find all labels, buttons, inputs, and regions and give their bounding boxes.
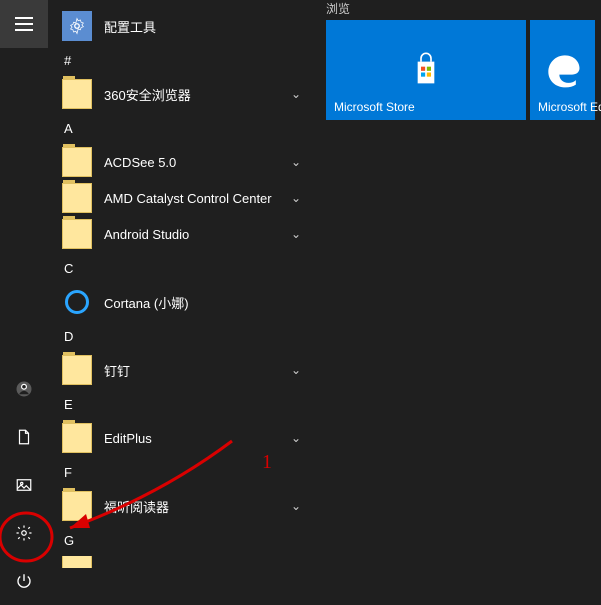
letter-label: G (64, 533, 74, 548)
app-editplus[interactable]: EditPlus ⌄ (48, 420, 316, 456)
app-acdsee[interactable]: ACDSee 5.0 ⌄ (48, 144, 316, 180)
gear-icon (15, 524, 33, 542)
app-cortana[interactable]: Cortana (小娜) (48, 284, 316, 320)
chevron-down-icon: ⌄ (284, 227, 308, 241)
chevron-down-icon: ⌄ (284, 499, 308, 513)
letter-header-hash[interactable]: # (48, 44, 316, 76)
app-amd[interactable]: AMD Catalyst Control Center ⌄ (48, 180, 316, 216)
chevron-down-icon: ⌄ (284, 363, 308, 377)
letter-header-c[interactable]: C (48, 252, 316, 284)
left-rail (0, 0, 48, 605)
documents-icon (15, 428, 33, 446)
tile-microsoft-edge[interactable]: Microsoft Edge (530, 20, 595, 120)
account-button[interactable] (0, 365, 48, 413)
app-label: AMD Catalyst Control Center (104, 191, 284, 206)
chevron-down-icon: ⌄ (284, 191, 308, 205)
folder-icon (62, 219, 92, 249)
app-dingding[interactable]: 钉钉 ⌄ (48, 352, 316, 388)
folder-icon (62, 183, 92, 213)
config-tool-icon (62, 11, 92, 41)
documents-button[interactable] (0, 413, 48, 461)
chevron-down-icon: ⌄ (284, 155, 308, 169)
power-icon (15, 572, 33, 590)
tile-microsoft-store[interactable]: Microsoft Store (326, 20, 526, 120)
folder-icon (62, 491, 92, 521)
settings-button[interactable] (0, 509, 48, 557)
app-label: Android Studio (104, 227, 284, 242)
tile-label: Microsoft Edge (538, 100, 601, 114)
letter-header-e[interactable]: E (48, 388, 316, 420)
folder-icon (62, 423, 92, 453)
letter-label: F (64, 465, 72, 480)
app-label: ACDSee 5.0 (104, 155, 284, 170)
app-label: 配置工具 (104, 17, 308, 36)
folder-icon (62, 355, 92, 385)
app-label: 福昕阅读器 (104, 497, 284, 516)
hamburger-button[interactable] (0, 0, 48, 48)
app-label: Cortana (小娜) (104, 293, 308, 312)
app-label: 钉钉 (104, 361, 284, 380)
app-list: 配置工具 # 360安全浏览器 ⌄ A ACDSee 5.0 ⌄ AMD Cat… (48, 0, 316, 605)
hamburger-icon (15, 17, 33, 31)
letter-header-g[interactable]: G (48, 524, 316, 556)
chevron-down-icon: ⌄ (284, 87, 308, 101)
letter-label: E (64, 397, 73, 412)
chevron-down-icon: ⌄ (284, 431, 308, 445)
folder-icon (62, 147, 92, 177)
app-g-partial[interactable] (48, 556, 316, 568)
letter-header-d[interactable]: D (48, 320, 316, 352)
tile-group-label[interactable]: 浏览 (326, 0, 601, 14)
letter-label: D (64, 329, 73, 344)
tiles-group: 浏览 Microsoft Store Microsoft Edge (326, 0, 601, 120)
pictures-button[interactable] (0, 461, 48, 509)
tile-label: Microsoft Store (334, 100, 415, 114)
store-icon (406, 50, 446, 90)
folder-icon (62, 79, 92, 109)
pictures-icon (15, 476, 33, 494)
app-label: EditPlus (104, 431, 284, 446)
app-android-studio[interactable]: Android Studio ⌄ (48, 216, 316, 252)
app-foxit[interactable]: 福昕阅读器 ⌄ (48, 488, 316, 524)
edge-icon (541, 48, 585, 92)
app-360-browser[interactable]: 360安全浏览器 ⌄ (48, 76, 316, 112)
letter-label: C (64, 261, 73, 276)
power-button[interactable] (0, 557, 48, 605)
app-config-tool[interactable]: 配置工具 (48, 8, 316, 44)
recent-header-truncated (48, 0, 316, 8)
app-label: 360安全浏览器 (104, 85, 284, 104)
letter-label: A (64, 121, 73, 136)
folder-icon (62, 556, 92, 568)
letter-label: # (64, 53, 71, 68)
letter-header-f[interactable]: F (48, 456, 316, 488)
account-icon (15, 380, 33, 398)
letter-header-a[interactable]: A (48, 112, 316, 144)
cortana-icon (62, 287, 92, 317)
